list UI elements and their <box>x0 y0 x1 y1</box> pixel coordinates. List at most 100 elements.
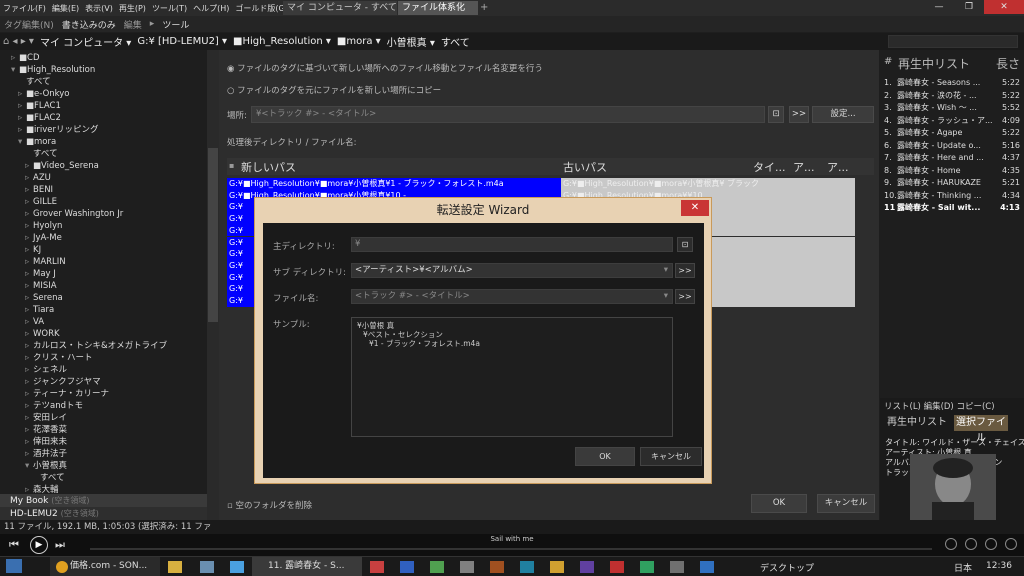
location-arrows-button[interactable]: >> <box>789 106 809 123</box>
drive-hdlemu2[interactable]: HD-LEMU2 (空き領域) <box>0 507 207 520</box>
app-icon[interactable] <box>430 561 444 573</box>
column-album[interactable]: ア... <box>827 159 849 175</box>
chevron-right-icon[interactable]: ▹ <box>25 448 33 460</box>
tree-item[interactable]: ▹ AZU <box>0 172 207 184</box>
playlist-row[interactable]: 11 露崎春女 - Sail wit... 4:13 <box>880 202 1024 215</box>
tree-item[interactable]: ▹ 花澤香菜 <box>0 424 207 436</box>
tree-item[interactable]: ▹ May J <box>0 268 207 280</box>
chevron-right-icon[interactable]: ▹ <box>25 244 33 256</box>
app-icon[interactable] <box>580 561 594 573</box>
sub-dir-arrows-button[interactable]: >> <box>675 263 695 278</box>
location-browse-button[interactable]: ⊡ <box>768 106 784 123</box>
chevron-right-icon[interactable]: ▹ <box>25 172 33 184</box>
menu-play[interactable]: 再生(P) <box>116 3 149 14</box>
delete-empty-folders-checkbox[interactable]: ▫ 空のフォルダを削除 <box>227 499 312 511</box>
toolbar-edit[interactable]: 編集 <box>120 18 146 31</box>
taskbar-clock[interactable]: 12:36 <box>986 561 1012 571</box>
breadcrumb-mora[interactable]: ■mora ▾ <box>334 36 384 47</box>
chevron-right-icon[interactable]: ▹ <box>18 88 26 100</box>
tab-now-playing[interactable]: 再生中リスト <box>882 415 952 431</box>
tree-item[interactable]: ▹ BENI <box>0 184 207 196</box>
tree-item[interactable]: ▾ 小曽根真 <box>0 460 207 472</box>
playlist-row[interactable]: 4. 露崎春女 - ラッシュ・ア... 4:09 <box>880 115 1024 128</box>
toolbar-arrow[interactable]: ▸ <box>146 19 159 29</box>
app-icon[interactable] <box>610 561 624 573</box>
shuffle-icon[interactable] <box>965 538 977 550</box>
start-icon[interactable] <box>6 559 22 573</box>
menu-help[interactable]: ヘルプ(H) <box>190 3 232 14</box>
app-icon[interactable] <box>520 561 534 573</box>
tree-item[interactable]: ▾ ■mora <box>0 136 207 148</box>
playlist-row[interactable]: 5. 露崎春女 - Agape 5:22 <box>880 127 1024 140</box>
dialog-cancel-button[interactable]: キャンセル <box>640 447 702 466</box>
store-icon[interactable] <box>230 561 244 573</box>
chevron-right-icon[interactable]: ▹ <box>25 220 33 232</box>
tree-item[interactable]: ▹ 安田レイ <box>0 412 207 424</box>
tree-item[interactable]: ▹ ■Video_Serena <box>0 160 207 172</box>
column-old-path[interactable]: 古いパス <box>563 159 607 175</box>
tree-item[interactable]: ▹ クリス・ハート <box>0 352 207 364</box>
app-icon[interactable] <box>640 561 654 573</box>
minimize-button[interactable]: — <box>924 0 954 14</box>
sidebar-scroll-thumb[interactable] <box>208 148 218 322</box>
chevron-right-icon[interactable]: ▹ <box>25 232 33 244</box>
tree-item[interactable]: ▹ 酒井法子 <box>0 448 207 460</box>
tree-item[interactable]: ▹ KJ <box>0 244 207 256</box>
column-new-path[interactable]: 新しいパス <box>241 159 296 175</box>
settings-button[interactable]: 設定... <box>812 106 874 123</box>
tree-item[interactable]: ▹ Serena <box>0 292 207 304</box>
header-checkbox[interactable]: ▪ <box>229 161 234 170</box>
chevron-right-icon[interactable]: ▹ <box>25 292 33 304</box>
tree-item[interactable]: ▹ ■iriverリッピング <box>0 124 207 136</box>
tree-item[interactable]: ▹ ■e-Onkyo <box>0 88 207 100</box>
chevron-down-icon[interactable]: ▾ <box>11 64 19 76</box>
drive-mybook[interactable]: My Book (空き領域) <box>0 494 207 507</box>
playlist-row[interactable]: 7. 露崎春女 - Here and ... 4:37 <box>880 152 1024 165</box>
tab-add-button[interactable]: + <box>480 1 492 15</box>
chevron-right-icon[interactable]: ▹ <box>25 268 33 280</box>
tree-item[interactable]: ▾ ■High_Resolution <box>0 64 207 76</box>
tree-item[interactable]: ▹ MARLIN <box>0 256 207 268</box>
menu-view[interactable]: 表示(V) <box>82 3 116 14</box>
chevron-right-icon[interactable]: ▹ <box>18 124 26 136</box>
tree-item[interactable]: ▹ ■FLAC1 <box>0 100 207 112</box>
tree-item[interactable]: ▹ JyA-Me <box>0 232 207 244</box>
playlist-row[interactable]: 10. 露崎春女 - Thinking ... 4:34 <box>880 190 1024 203</box>
breadcrumb-my-computer[interactable]: マイ コンピュータ ▾ <box>37 34 134 49</box>
column-title[interactable]: タイ... <box>753 159 786 175</box>
tree-item[interactable]: ▹ カルロス・トシキ&オメガトライブ <box>0 340 207 352</box>
tree-item[interactable]: ▹ ティーナ・カリーナ <box>0 388 207 400</box>
menu-tools[interactable]: ツール(T) <box>149 3 190 14</box>
app-icon[interactable] <box>200 561 214 573</box>
tree-item[interactable]: すべて <box>0 472 207 484</box>
chevron-right-icon[interactable]: ▹ <box>18 100 26 112</box>
taskbar-player[interactable]: 11. 露崎春女 - S... <box>252 557 362 576</box>
playlist-row[interactable]: 6. 露崎春女 - Update o... 5:16 <box>880 140 1024 153</box>
chevron-right-icon[interactable]: ▹ <box>25 484 33 494</box>
toolbar-tag-edit[interactable]: タグ編集(N) <box>0 18 58 31</box>
tree-item[interactable]: ▹ 森大輔 <box>0 484 207 494</box>
chevron-down-icon[interactable]: ▾ <box>25 460 33 472</box>
breadcrumb-artist[interactable]: 小曽根真 ▾ <box>384 34 438 49</box>
dialog-close-button[interactable]: ✕ <box>681 200 709 216</box>
toolbar-tools[interactable]: ツール <box>158 18 193 31</box>
breadcrumb-high-resolution[interactable]: ■High_Resolution ▾ <box>230 36 334 47</box>
app-icon[interactable] <box>370 561 384 573</box>
menu-edit[interactable]: 編集(E) <box>49 3 82 14</box>
radio-copy[interactable]: ○ ファイルのタグを元にファイルを新しい場所にコピー <box>227 84 441 96</box>
app-icon[interactable] <box>550 561 564 573</box>
tree-item[interactable]: ▹ テツandトモ <box>0 400 207 412</box>
taskbar-desktop[interactable]: デスクトップ <box>760 561 814 574</box>
mail-icon[interactable] <box>400 561 414 573</box>
app-icon[interactable] <box>700 561 714 573</box>
explorer-icon[interactable] <box>168 561 182 573</box>
playlist-row[interactable]: 8. 露崎春女 - Home 4:35 <box>880 165 1024 178</box>
tree-item[interactable]: ▹ ■FLAC2 <box>0 112 207 124</box>
playlist-row[interactable]: 1. 露崎春女 - Seasons ... 5:22 <box>880 77 1024 90</box>
playlist-row[interactable]: 2. 露崎春女 - 涙の花 - ... 5:22 <box>880 90 1024 103</box>
seek-bar[interactable] <box>90 548 932 550</box>
search-input[interactable] <box>888 35 1018 48</box>
tree-item[interactable]: ▹ 倖田来未 <box>0 436 207 448</box>
tab-my-computer[interactable]: マイ コンピュータ - すべて <box>283 1 397 15</box>
tree-item[interactable]: ▹ Grover Washington Jr <box>0 208 207 220</box>
